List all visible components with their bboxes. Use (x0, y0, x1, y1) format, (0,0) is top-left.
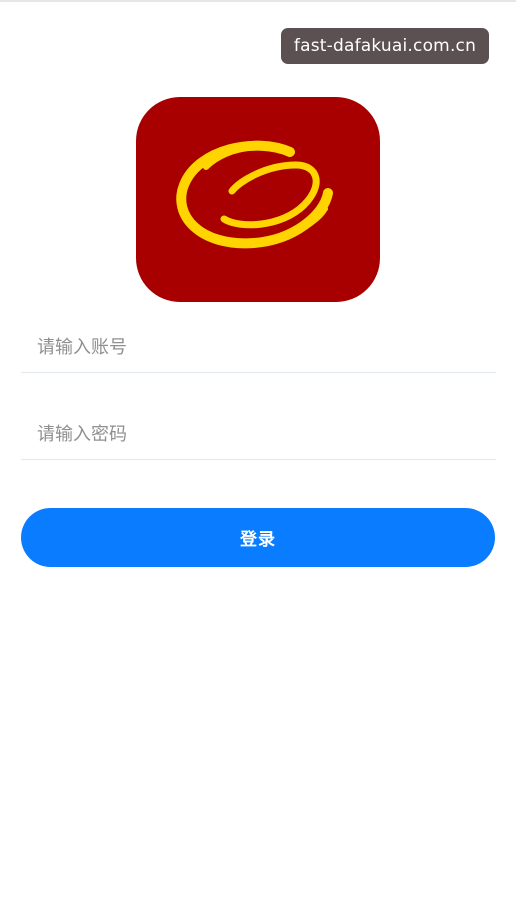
status-bar-divider (0, 0, 516, 2)
account-input[interactable] (21, 322, 496, 372)
login-button[interactable]: 登录 (21, 508, 495, 567)
app-logo-icon (136, 97, 380, 302)
password-input[interactable] (21, 409, 496, 459)
password-field (21, 409, 496, 460)
app-logo (136, 97, 380, 302)
account-field (21, 322, 496, 373)
watermark-badge: fast-dafakuai.com.cn (281, 28, 489, 64)
